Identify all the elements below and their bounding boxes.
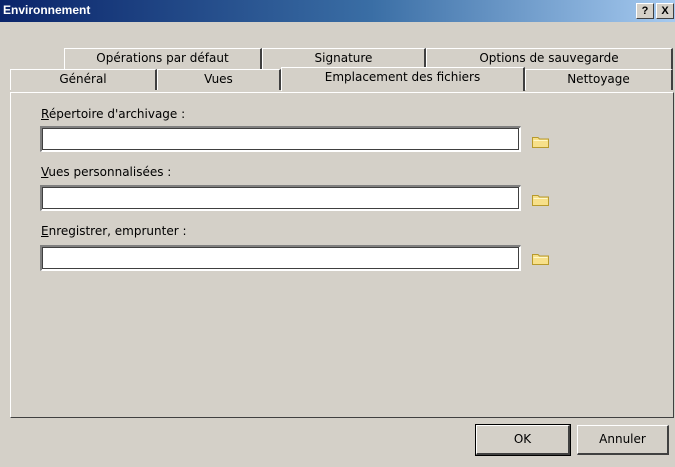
folder-icon[interactable]	[532, 136, 549, 148]
tab-label: Emplacement des fichiers	[324, 70, 481, 84]
tab-emplacement-des-fichiers[interactable]: Emplacement des fichiers	[281, 67, 525, 91]
ok-button[interactable]: OK	[475, 424, 571, 456]
tab-vues[interactable]: Vues	[157, 69, 281, 90]
window-title: Environnement	[3, 3, 91, 17]
cancel-button[interactable]: Annuler	[577, 425, 669, 455]
tab-options-de-sauvegarde[interactable]: Options de sauvegarde	[426, 48, 673, 69]
close-button[interactable]: X	[656, 3, 674, 19]
custom-views-label: Vues personnalisées :	[41, 165, 171, 179]
folder-icon[interactable]	[532, 253, 549, 265]
archive-directory-input[interactable]	[40, 126, 521, 152]
accelerator-key: R	[41, 107, 49, 121]
help-button[interactable]: ?	[636, 3, 654, 19]
custom-views-input[interactable]	[40, 185, 521, 211]
tab-panel: Répertoire d'archivage : Vues personnali…	[10, 92, 674, 418]
tab-label: Signature	[314, 51, 373, 65]
folder-icon[interactable]	[532, 194, 549, 206]
tab-label: Nettoyage	[567, 72, 630, 86]
label-text: ues personnalisées :	[48, 165, 172, 179]
label-text: épertoire d'archivage :	[48, 107, 186, 121]
tab-label: Vues	[204, 72, 233, 86]
title-bar: Environnement ? X	[0, 0, 675, 22]
tab-operations-par-defaut[interactable]: Opérations par défaut	[64, 48, 262, 69]
tab-label: Options de sauvegarde	[479, 51, 619, 65]
save-checkout-label: Enregistrer, emprunter :	[41, 224, 187, 238]
save-checkout-input[interactable]	[40, 245, 521, 271]
label-text: nregistrer, emprunter :	[48, 224, 187, 238]
tab-nettoyage[interactable]: Nettoyage	[525, 69, 673, 90]
tab-signature[interactable]: Signature	[262, 48, 426, 69]
archive-directory-label: Répertoire d'archivage :	[41, 107, 185, 121]
tab-label: Opérations par défaut	[96, 51, 229, 65]
tab-label: Général	[59, 72, 107, 86]
accelerator-key: E	[41, 224, 49, 238]
tab-general[interactable]: Général	[10, 69, 157, 90]
